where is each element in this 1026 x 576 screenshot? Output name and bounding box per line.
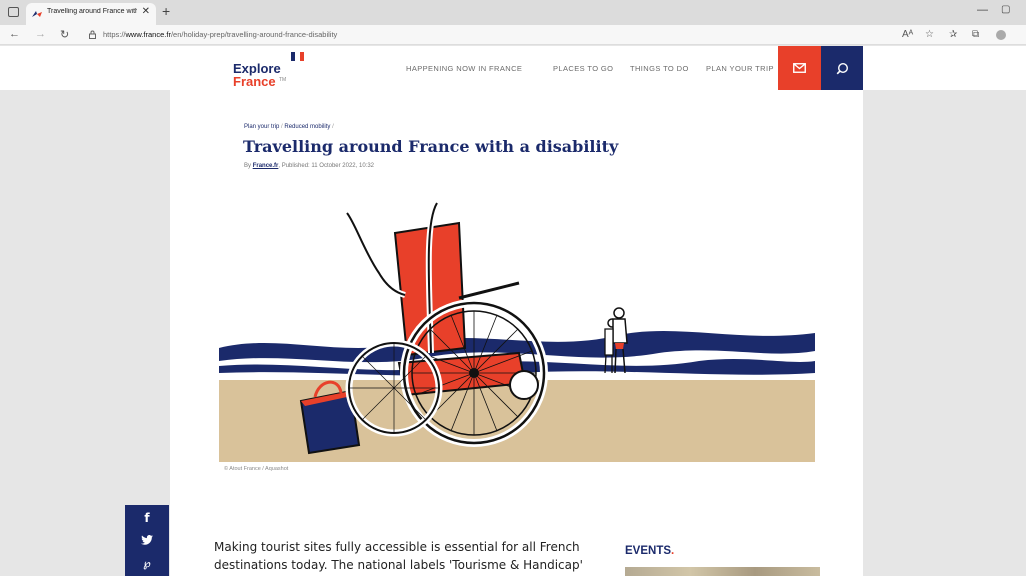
breadcrumb: Plan your trip / Reduced mobility / [244,124,334,130]
breadcrumb-separator: / [332,124,334,130]
hero-illustration [219,183,815,462]
twitter-bird-icon [141,535,153,545]
events-dot: . [671,545,675,557]
tab-title: Travelling around France with a di [47,8,137,15]
article-body: Making tourist sites fully accessible is… [214,540,583,572]
events-title: EVENTS [625,545,672,557]
tab-close-icon[interactable]: ✕ [142,6,150,17]
france-favicon-icon [32,11,42,17]
add-favorite-icon[interactable]: ☆ [925,29,934,40]
reload-icon[interactable]: ↻ [60,28,69,41]
minimize-button[interactable]: — [977,4,988,16]
favorites-icon[interactable]: ✰ [949,29,957,40]
image-credit: © Atout France / Aquashot [224,466,289,472]
url-prefix: https:// [103,30,126,39]
byline: By France.fr, Published: 11 October 2022… [244,163,374,169]
newsletter-button[interactable] [778,46,821,90]
address-bar: ← → ↻ https://www.france.fr/en/holiday-p… [0,25,1026,45]
nav-places-to-go[interactable]: PLACES TO GO [553,64,613,73]
collections-icon[interactable]: ⧉ [972,29,979,40]
event-thumbnail[interactable] [625,567,820,576]
page-title: Travelling around France with a disabili… [243,137,619,156]
logo-trademark: TM [279,77,287,83]
browser-tab[interactable]: Travelling around France with a di ✕ [26,3,156,25]
back-arrow-icon[interactable]: ← [9,28,20,40]
read-aloud-icon[interactable]: Aᴬ [902,29,913,40]
events-heading: EVENTS. [625,545,674,557]
envelope-icon [793,63,806,73]
url-domain: www.france.fr [125,30,171,39]
lock-icon[interactable] [88,30,97,39]
tab-actions-icon[interactable] [8,7,19,17]
restore-button[interactable]: ▢ [1001,4,1010,15]
facebook-icon[interactable]: f [125,511,169,525]
pinterest-icon[interactable]: ℘ [125,557,169,570]
author-link[interactable]: France.fr [253,163,279,169]
logo-france[interactable]: France [233,74,276,89]
nav-things-to-do[interactable]: THINGS TO DO [630,64,689,73]
browser-tab-strip: Travelling around France with a di ✕ + —… [0,0,1026,25]
twitter-icon[interactable] [125,535,169,548]
social-share-bar: f ℘ [125,505,169,576]
search-button[interactable] [821,46,863,90]
french-flag-logo [291,52,304,61]
breadcrumb-plan-your-trip[interactable]: Plan your trip [244,124,279,130]
breadcrumb-separator: / [281,124,283,130]
new-tab-button[interactable]: + [162,3,170,19]
byline-by: By [244,163,252,169]
url-field[interactable]: https://www.france.fr/en/holiday-prep/tr… [103,30,337,39]
nav-happening-now[interactable]: HAPPENING NOW IN FRANCE [406,64,522,73]
url-path: /en/holiday-prep/travelling-around-franc… [170,30,338,39]
breadcrumb-reduced-mobility[interactable]: Reduced mobility [284,124,330,130]
search-icon [836,62,848,74]
profile-avatar[interactable] [996,30,1006,40]
nav-plan-your-trip[interactable]: PLAN YOUR TRIP [706,64,774,73]
forward-arrow-icon[interactable]: → [35,28,46,40]
published-date: , Published: 11 October 2022, 10:32 [278,163,374,169]
